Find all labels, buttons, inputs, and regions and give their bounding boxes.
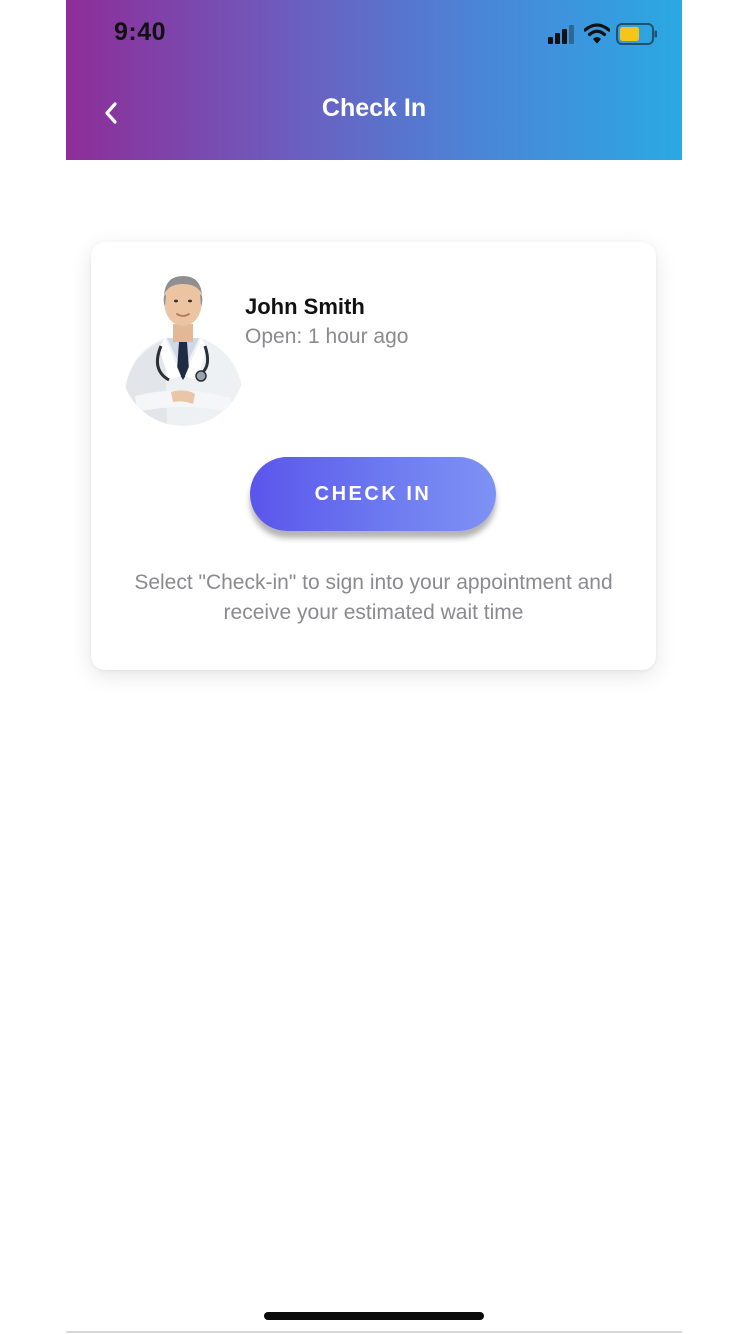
header: 9:40 Check In	[66, 0, 682, 160]
checkin-instructions: Select "Check-in" to sign into your appo…	[134, 571, 613, 624]
doctor-name: John Smith	[245, 294, 365, 319]
home-indicator[interactable]	[264, 1312, 484, 1320]
bottom-divider	[66, 1331, 682, 1333]
status-time: 9:40	[114, 18, 167, 46]
app-screen: 9:40 Check In John Smith Open: 1 hour ag…	[66, 0, 682, 1334]
wifi-icon	[584, 23, 610, 44]
screen: 9:40 Check In John Smith Open: 1 hour ag…	[0, 0, 750, 1334]
signal-icon	[548, 25, 574, 44]
checkin-card: John Smith Open: 1 hour ago CHECK IN Sel…	[91, 242, 656, 670]
doctor-avatar	[121, 272, 245, 426]
battery-icon	[616, 23, 657, 45]
open-status: Open: 1 hour ago	[245, 325, 409, 348]
check-in-button[interactable]: CHECK IN	[250, 457, 496, 531]
page-title: Check In	[321, 94, 427, 122]
doctor-illustration	[125, 276, 243, 426]
